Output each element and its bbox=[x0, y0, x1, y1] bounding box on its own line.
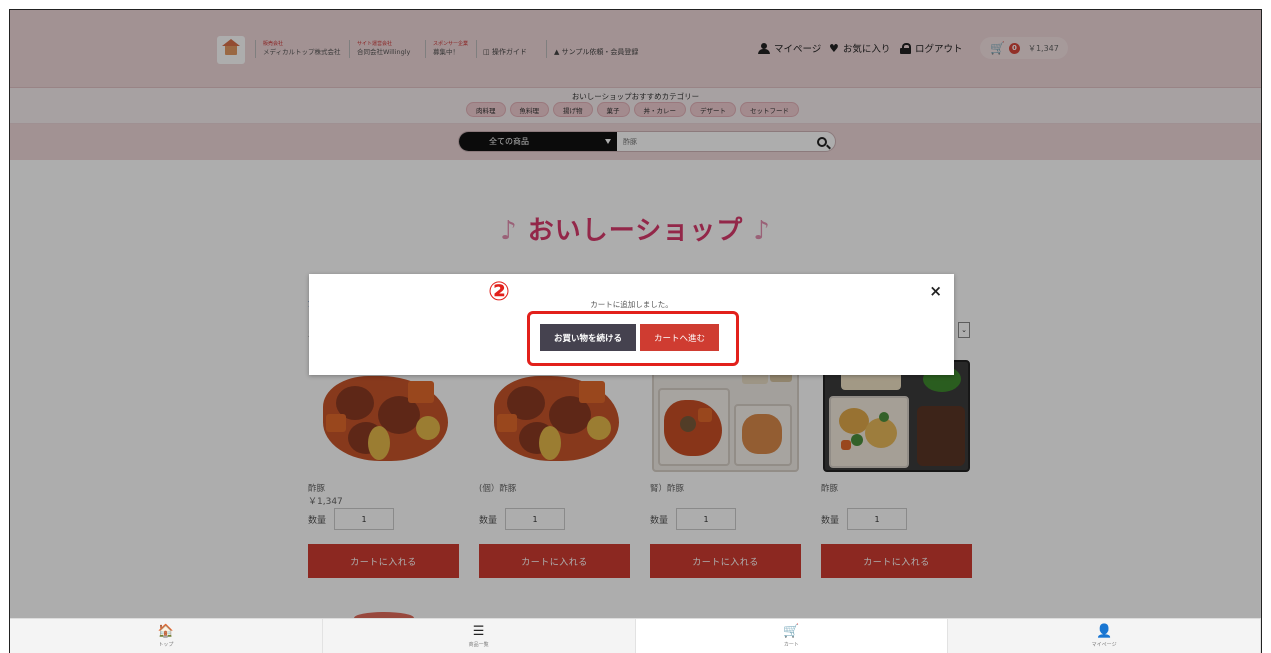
bottom-navigation: 🏠 トップ ☰ 商品一覧 🛒 カート 👤 マイページ bbox=[10, 618, 1261, 653]
close-icon[interactable]: × bbox=[929, 282, 942, 300]
person-icon: 👤 bbox=[1096, 624, 1113, 639]
cart-icon: 🛒 bbox=[783, 624, 800, 639]
bottom-nav-label: カート bbox=[783, 642, 799, 648]
list-icon: ☰ bbox=[472, 624, 485, 639]
annotation-highlight-box bbox=[527, 311, 739, 366]
bottom-nav-person[interactable]: 👤 マイページ bbox=[948, 619, 1261, 653]
bottom-nav-label: 商品一覧 bbox=[468, 642, 489, 648]
annotation-step-number: ② bbox=[488, 277, 511, 307]
bottom-nav-home[interactable]: 🏠 トップ bbox=[10, 619, 323, 653]
bottom-nav-label: マイページ bbox=[1091, 642, 1117, 648]
bottom-nav-list[interactable]: ☰ 商品一覧 bbox=[323, 619, 636, 653]
dialog-message: カートに追加しました。 bbox=[590, 300, 673, 309]
bottom-nav-cart[interactable]: 🛒 カート bbox=[635, 619, 949, 653]
bottom-nav-label: トップ bbox=[158, 642, 174, 648]
home-icon: 🏠 bbox=[157, 624, 174, 639]
